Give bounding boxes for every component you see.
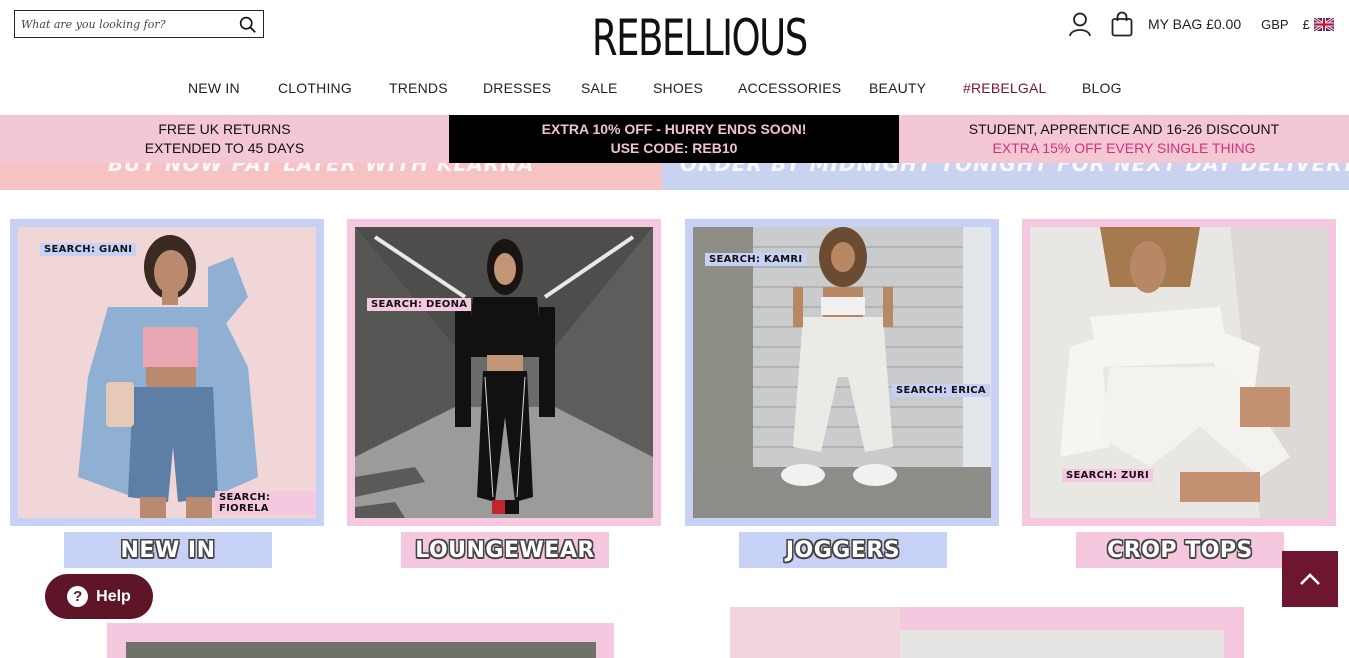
- promo-tile-bottom-left[interactable]: [107, 623, 614, 658]
- search-tag-deona: SEARCH: DEONA: [367, 298, 472, 311]
- category-tile-loungewear[interactable]: SEARCH: DEONA: [347, 219, 661, 526]
- returns-line-1: FREE UK RETURNS: [158, 121, 291, 137]
- nav-new-in[interactable]: NEW IN: [188, 80, 240, 96]
- nav-beauty[interactable]: BEAUTY: [869, 80, 926, 96]
- delivery-banner-text: ORDER BY MIDNIGHT TONIGHT FOR NEXT DAY D…: [680, 163, 1349, 176]
- student-line-2: EXTRA 15% OFF EVERY SINGLE THING: [992, 140, 1256, 156]
- search-tag-zuri: SEARCH: ZURI: [1062, 469, 1154, 482]
- nav-sale[interactable]: SALE: [581, 80, 618, 96]
- scroll-to-top-button[interactable]: [1282, 551, 1338, 607]
- category-tile-crop-tops[interactable]: SEARCH: ZURI: [1022, 219, 1336, 526]
- search-tag-giani: SEARCH: GIANI: [40, 243, 137, 256]
- hero-banner-strip[interactable]: BUY NOW PAY LATER WITH KLARNA ORDER BY M…: [0, 163, 1349, 190]
- student-promo[interactable]: STUDENT, APPRENTICE AND 16-26 DISCOUNT E…: [899, 115, 1349, 163]
- nav-dresses[interactable]: DRESSES: [483, 80, 551, 96]
- question-icon: ?: [67, 586, 89, 607]
- account-icon[interactable]: [1068, 11, 1092, 37]
- joggers-button[interactable]: JOGGERS: [739, 532, 947, 568]
- nav-shoes[interactable]: SHOES: [653, 80, 703, 96]
- crop-tops-button[interactable]: CROP TOPS: [1076, 532, 1284, 568]
- crop-tops-photo[interactable]: SEARCH: ZURI: [1030, 227, 1328, 518]
- joggers-image: [693, 227, 991, 518]
- site-logo[interactable]: REBELLIOUS: [592, 8, 808, 68]
- new-in-photo[interactable]: SEARCH: GIANI SEARCH: FIORELA: [18, 227, 316, 518]
- new-in-image: [18, 227, 316, 518]
- discount-line-1: EXTRA 10% OFF - HURRY ENDS SOON!: [541, 121, 807, 137]
- klarna-banner-text: BUY NOW PAY LATER WITH KLARNA: [108, 163, 535, 176]
- search-icon[interactable]: [239, 16, 257, 34]
- currency-symbol[interactable]: £: [1303, 17, 1310, 32]
- discount-promo[interactable]: EXTRA 10% OFF - HURRY ENDS SOON! USE COD…: [449, 115, 899, 163]
- nav-trends[interactable]: TRENDS: [389, 80, 448, 96]
- help-button[interactable]: ? Help: [45, 574, 153, 619]
- search-tag-erica: SEARCH: ERICA: [892, 384, 990, 397]
- site-header: REBELLIOUS MY BAG £0.00 GBP £ NEW IN CLO…: [0, 0, 1349, 115]
- bottom-left-image: [126, 642, 596, 658]
- promo-bar: FREE UK RETURNS EXTENDED TO 45 DAYS EXTR…: [0, 115, 1349, 163]
- loungewear-image: [355, 227, 653, 518]
- category-tile-joggers[interactable]: SEARCH: KAMRI SEARCH: ERICA: [685, 219, 999, 526]
- search-tag-fiorela: SEARCH: FIORELA: [215, 491, 316, 515]
- discount-code: USE CODE: REB10: [610, 140, 738, 156]
- nav-accessories[interactable]: ACCESSORIES: [738, 80, 841, 96]
- new-in-button[interactable]: NEW IN: [64, 532, 272, 568]
- loungewear-button[interactable]: LOUNGEWEAR: [401, 532, 609, 568]
- student-line-1: STUDENT, APPRENTICE AND 16-26 DISCOUNT: [968, 121, 1280, 137]
- search-input[interactable]: [15, 11, 233, 37]
- promo-tile-bottom-right[interactable]: [730, 607, 1244, 658]
- shopping-bag-icon[interactable]: [1110, 11, 1134, 37]
- currency-selector[interactable]: GBP: [1261, 17, 1288, 32]
- nav-blog[interactable]: BLOG: [1082, 80, 1122, 96]
- delivery-banner[interactable]: ORDER BY MIDNIGHT TONIGHT FOR NEXT DAY D…: [662, 163, 1349, 190]
- bottom-right-torn-paper: [730, 607, 900, 658]
- category-tile-new-in[interactable]: SEARCH: GIANI SEARCH: FIORELA: [10, 219, 324, 526]
- uk-flag-icon[interactable]: [1313, 17, 1334, 31]
- chevron-up-icon: [1300, 573, 1320, 585]
- bottom-right-image: [900, 630, 1224, 658]
- nav-rebelgal[interactable]: #REBELGAL: [963, 80, 1047, 96]
- returns-promo[interactable]: FREE UK RETURNS EXTENDED TO 45 DAYS: [0, 115, 449, 163]
- returns-line-2: EXTENDED TO 45 DAYS: [144, 140, 305, 156]
- klarna-banner[interactable]: BUY NOW PAY LATER WITH KLARNA: [0, 163, 662, 190]
- header-actions: MY BAG £0.00 GBP £: [1068, 10, 1334, 38]
- main-nav: NEW IN CLOTHING TRENDS DRESSES SALE SHOE…: [0, 80, 1349, 102]
- nav-clothing[interactable]: CLOTHING: [278, 80, 352, 96]
- loungewear-photo[interactable]: SEARCH: DEONA: [355, 227, 653, 518]
- my-bag-link[interactable]: MY BAG £0.00: [1148, 16, 1241, 32]
- help-label: Help: [96, 587, 131, 605]
- search-bar: [14, 10, 264, 38]
- joggers-photo[interactable]: SEARCH: KAMRI SEARCH: ERICA: [693, 227, 991, 518]
- search-tag-kamri: SEARCH: KAMRI: [705, 253, 807, 266]
